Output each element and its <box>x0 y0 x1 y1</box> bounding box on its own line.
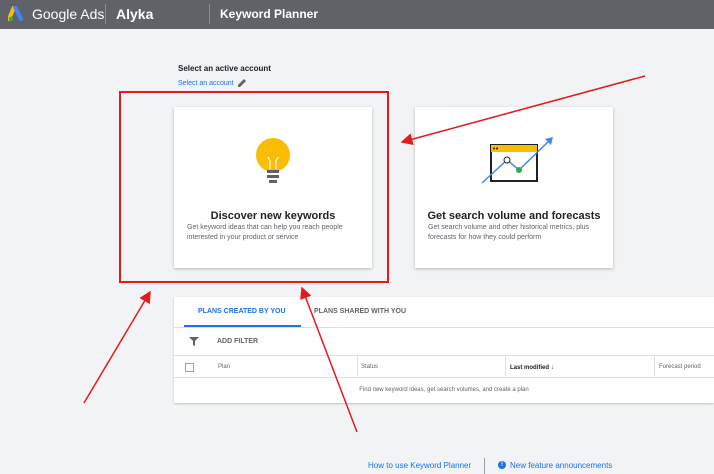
column-header-status[interactable]: Status <box>361 364 378 370</box>
how-to-use-link[interactable]: How to use Keyword Planner <box>368 461 471 470</box>
pencil-icon[interactable] <box>236 78 248 89</box>
table-border <box>174 377 714 378</box>
search-volume-card[interactable]: Get search volume and forecasts Get sear… <box>415 107 613 268</box>
column-header-plan[interactable]: Plan <box>218 364 230 370</box>
header-divider <box>105 4 106 24</box>
lightbulb-icon <box>256 138 290 183</box>
table-border <box>174 355 714 356</box>
select-account-heading: Select an active account <box>178 64 271 73</box>
filter-icon[interactable] <box>189 337 199 346</box>
new-features-link[interactable]: New feature announcements <box>510 461 612 470</box>
column-divider <box>654 355 655 376</box>
tab-plans-shared[interactable]: PLANS SHARED WITH YOU <box>314 308 406 315</box>
annotation-arrow <box>83 290 151 404</box>
divider <box>174 327 714 328</box>
select-all-checkbox[interactable] <box>185 363 194 372</box>
header-divider <box>209 4 210 24</box>
column-header-last-modified-label: Last modified <box>510 365 550 371</box>
info-icon: ! <box>498 461 506 469</box>
card-title: Discover new keywords <box>210 210 336 222</box>
column-divider <box>357 355 358 376</box>
tab-plans-created[interactable]: PLANS CREATED BY YOU <box>198 308 286 315</box>
card-description: Get keyword ideas that can help you reac… <box>187 224 343 241</box>
column-header-last-modified[interactable]: Last modified ↓ <box>510 364 554 371</box>
select-account-link[interactable]: Select an account <box>178 80 234 87</box>
account-name[interactable]: Alyka <box>116 6 153 22</box>
trend-chart-icon <box>481 137 553 184</box>
card-title: Get search volume and forecasts <box>427 210 601 222</box>
column-divider <box>505 355 506 376</box>
discover-keywords-card[interactable]: Discover new keywords Get keyword ideas … <box>174 107 372 268</box>
page-title: Keyword Planner <box>220 7 319 21</box>
add-filter-button[interactable]: ADD FILTER <box>217 338 258 345</box>
sort-descending-icon[interactable]: ↓ <box>551 364 555 371</box>
empty-state-message: Find new keyword ideas, get search volum… <box>359 387 529 393</box>
column-header-forecast-period[interactable]: Forecast period <box>659 364 701 370</box>
card-description: Get search volume and other historical m… <box>428 224 590 241</box>
footer-divider <box>484 458 485 474</box>
google-ads-logo-icon[interactable] <box>8 6 26 22</box>
plans-panel: PLANS CREATED BY YOU PLANS SHARED WITH Y… <box>174 297 714 403</box>
top-bar: Google Ads Alyka Keyword Planner <box>0 0 714 29</box>
brand-name[interactable]: Google Ads <box>32 6 104 22</box>
